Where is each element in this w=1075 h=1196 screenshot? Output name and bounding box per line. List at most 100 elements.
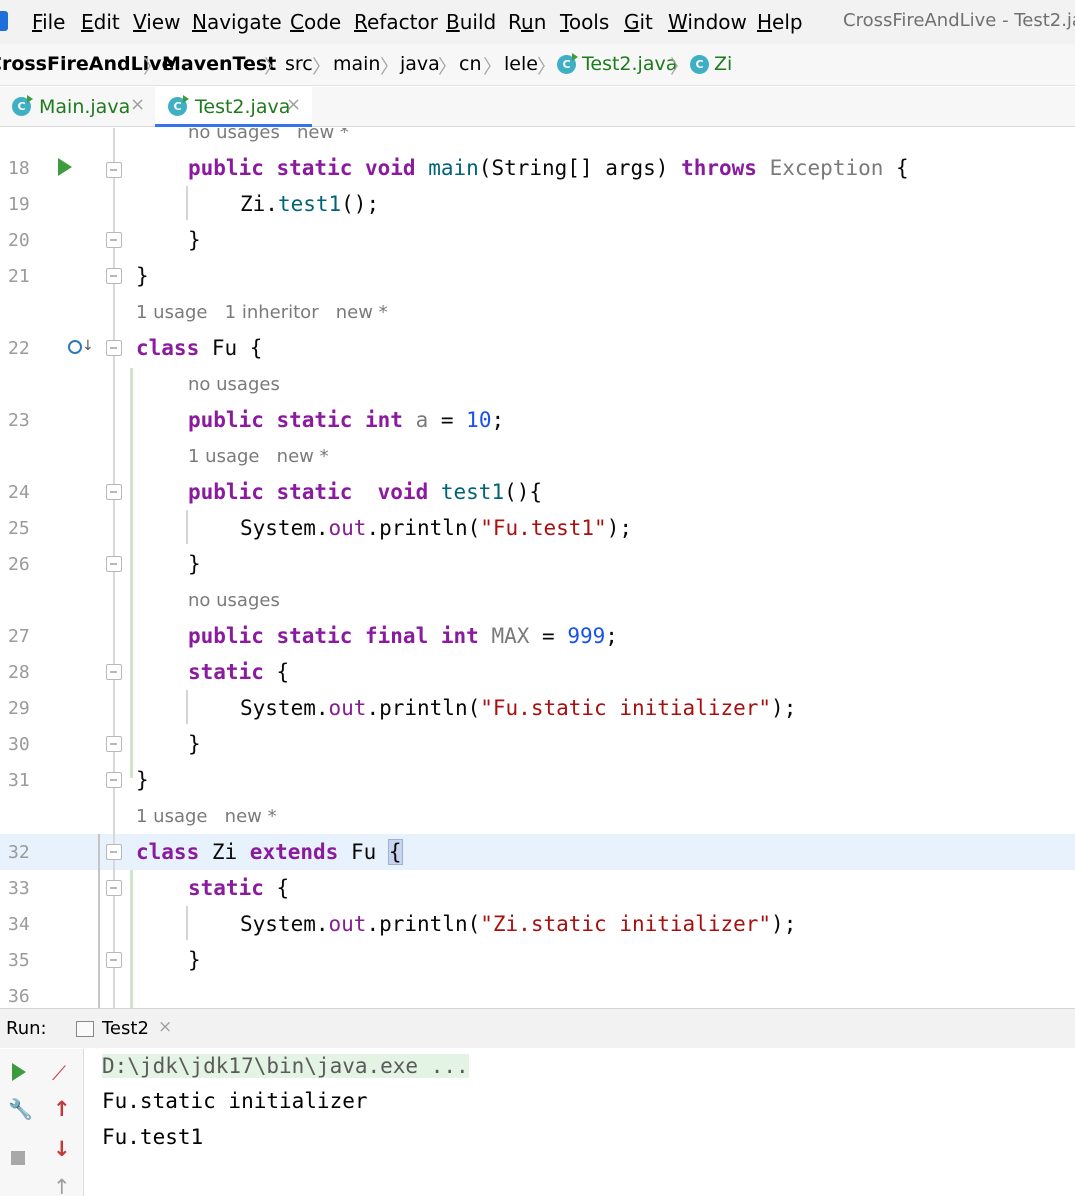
menu-run[interactable]: Run	[508, 10, 546, 34]
line-number: 32	[8, 842, 30, 863]
code-editor[interactable]: 18 19 20 21 22 23 24 25 26 27 28 29 30 3…	[0, 128, 1075, 1008]
fold-marker[interactable]	[106, 484, 122, 500]
chevron-right-icon: 〉	[380, 56, 400, 78]
menu-code[interactable]: Code	[290, 10, 341, 34]
scroll-top-icon[interactable]: ↑	[53, 1175, 71, 1196]
breadcrumb-module[interactable]: MavenTest	[162, 53, 276, 75]
fold-marker[interactable]	[106, 844, 122, 860]
menu-build[interactable]: Build	[446, 10, 496, 34]
code-line: }	[188, 948, 201, 972]
line-number: 19	[8, 194, 30, 215]
code-line: public static void test1(){	[188, 480, 543, 504]
breadcrumb: CrossFireAndLive 〉 MavenTest 〉 src 〉 mai…	[0, 44, 1075, 86]
fold-marker[interactable]	[106, 952, 122, 968]
breadcrumb-file[interactable]: Test2.java	[582, 53, 677, 75]
chevron-right-icon: 〉	[670, 56, 690, 78]
soft-wrap-icon[interactable]: ⟋	[52, 1061, 66, 1085]
app-logo-icon	[0, 11, 8, 31]
line-number: 35	[8, 950, 30, 971]
menu-help[interactable]: Help	[757, 10, 803, 34]
java-class-run-icon: C	[168, 95, 189, 116]
code-line: }	[188, 552, 201, 576]
fold-marker[interactable]	[106, 736, 122, 752]
menu-tools[interactable]: Tools	[560, 10, 609, 34]
wrench-icon[interactable]: 🔧	[8, 1097, 33, 1121]
indent-guide	[186, 690, 188, 724]
menu-window[interactable]: Window	[668, 10, 747, 34]
line-number: 27	[8, 626, 30, 647]
run-toolbar: 🔧 ⟋ ↑ ↓ ↑	[0, 1049, 84, 1196]
breadcrumb-class[interactable]: Zi	[714, 53, 732, 75]
breadcrumb-main[interactable]: main	[333, 53, 380, 75]
run-panel-header: Run: Test2 ×	[0, 1008, 1075, 1048]
console-icon	[76, 1021, 94, 1037]
indent-guide	[186, 510, 188, 544]
code-line: class Zi extends Fu {	[136, 839, 403, 865]
line-number: 26	[8, 554, 30, 575]
line-number: 34	[8, 914, 30, 935]
menu-file[interactable]: File	[32, 10, 65, 34]
menu-git[interactable]: Git	[624, 10, 653, 34]
usage-hint[interactable]: 1 usage 1 inheritor new *	[136, 302, 388, 323]
usage-hint[interactable]: no usages	[188, 374, 280, 395]
chevron-right-icon: 〉	[312, 56, 332, 78]
menu-refactor[interactable]: Refactor	[354, 10, 438, 34]
fold-marker[interactable]	[106, 772, 122, 788]
usage-hint[interactable]: no usages	[188, 590, 280, 611]
menu-navigate[interactable]: Navigate	[192, 10, 282, 34]
run-tab-test2[interactable]: Test2	[102, 1018, 149, 1039]
usage-hint[interactable]: 1 usage new *	[188, 446, 329, 467]
breadcrumb-cn[interactable]: cn	[459, 53, 482, 75]
code-line: System.out.println("Fu.test1");	[240, 516, 632, 540]
usage-hint[interactable]: 1 usage new *	[136, 806, 277, 827]
breadcrumb-src[interactable]: src	[285, 53, 313, 75]
fold-marker[interactable]	[106, 162, 122, 178]
tab-test2-java[interactable]: C Test2.java ×	[155, 87, 312, 127]
fold-marker[interactable]	[106, 268, 122, 284]
tab-main-java[interactable]: C Main.java ×	[0, 87, 152, 127]
editor-tab-bar: C Main.java × C Test2.java ×	[0, 87, 1075, 127]
close-icon[interactable]: ×	[130, 94, 145, 115]
code-line: public static final int MAX = 999;	[188, 624, 618, 648]
console-output-line: Fu.static initializer	[102, 1089, 368, 1113]
close-icon[interactable]: ×	[286, 94, 301, 115]
vcs-change-bar	[130, 368, 133, 778]
caret-guide	[98, 834, 100, 1008]
fold-marker[interactable]	[106, 664, 122, 680]
window-title: CrossFireAndLive - Test2.java	[843, 10, 1075, 31]
code-line: }	[188, 732, 201, 756]
line-number: 31	[8, 770, 30, 791]
run-console[interactable]: 🔧 ⟋ ↑ ↓ ↑ D:\jdk\jdk17\bin\java.exe ... …	[0, 1049, 1075, 1196]
code-line: }	[136, 768, 149, 792]
fold-marker[interactable]	[106, 232, 122, 248]
code-line: static {	[188, 876, 290, 900]
arrow-up-icon[interactable]: ↑	[53, 1097, 71, 1121]
java-class-icon: C	[690, 55, 709, 74]
arrow-down-icon[interactable]: ↓	[53, 1137, 71, 1161]
console-output-line: Fu.test1	[102, 1125, 204, 1149]
stop-icon[interactable]	[11, 1151, 25, 1165]
menu-edit[interactable]: Edit	[81, 10, 120, 34]
run-main-icon[interactable]	[58, 158, 72, 176]
line-number: 30	[8, 734, 30, 755]
rerun-icon[interactable]	[12, 1063, 26, 1081]
java-class-run-icon: C	[557, 53, 578, 74]
line-number: 22	[8, 338, 30, 359]
breadcrumb-lele[interactable]: lele	[504, 53, 538, 75]
chevron-right-icon: 〉	[483, 56, 503, 78]
fold-marker[interactable]	[106, 340, 122, 356]
fold-marker[interactable]	[106, 880, 122, 896]
code-line: class Fu {	[136, 336, 263, 360]
usage-hint[interactable]: no usages new *	[188, 128, 349, 143]
fold-marker[interactable]	[106, 556, 122, 572]
indent-guide	[186, 186, 188, 220]
close-icon[interactable]: ×	[158, 1017, 172, 1037]
implemented-by-icon[interactable]	[68, 338, 94, 354]
java-class-run-icon: C	[12, 95, 33, 116]
menu-view[interactable]: View	[133, 10, 180, 34]
chevron-right-icon: 〉	[264, 56, 284, 78]
code-line: public static void main(String[] args) t…	[188, 156, 909, 180]
line-number: 36	[8, 986, 30, 1007]
breadcrumb-java[interactable]: java	[400, 53, 440, 75]
line-number: 20	[8, 230, 30, 251]
